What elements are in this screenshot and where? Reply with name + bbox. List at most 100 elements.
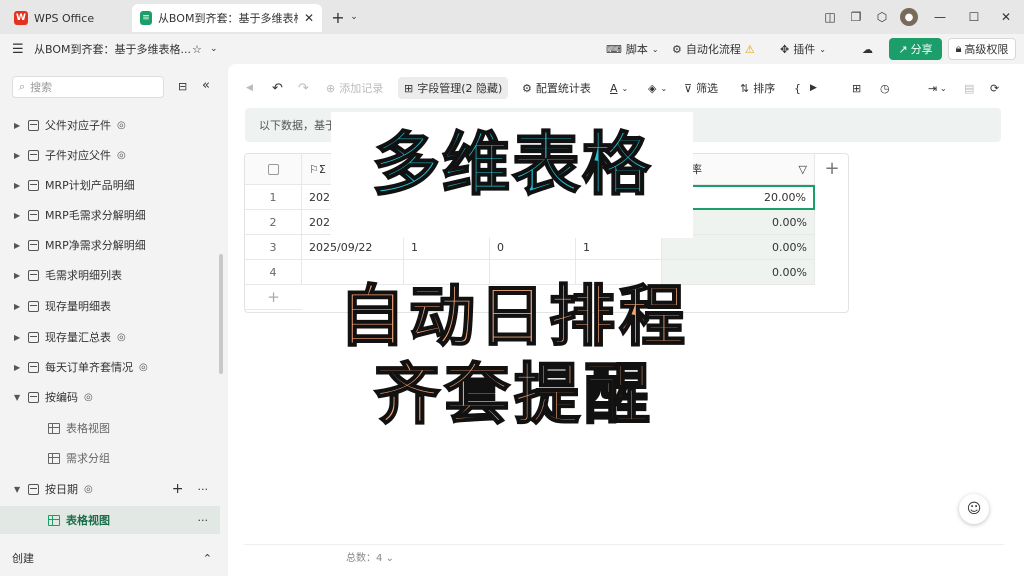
sidebar-view-item[interactable]: 表格视图 <box>0 414 220 442</box>
collapse-arrow-icon[interactable]: ▼ <box>14 393 22 402</box>
fill-color-button[interactable]: ◈ ⌄ <box>648 79 667 97</box>
font-color-button[interactable]: A ⌄ <box>610 79 628 97</box>
bracket-icon[interactable]: { <box>794 79 801 97</box>
undo-icon[interactable]: ↶ <box>272 79 283 97</box>
sidebar: ⌕ 搜索 ⊟ « ▶ 父件对应子件 ◎ ▶ 子件对应父件 ◎ ▶ MRP计划产品明细 ▶ M… <box>0 64 228 576</box>
tab-wps-office[interactable]: W WPS Office <box>6 4 128 32</box>
select-all-checkbox[interactable] <box>245 154 302 185</box>
share-button[interactable]: ↗ 分享 <box>889 38 942 60</box>
sidebar-view-item-active[interactable]: 表格视图 ··· <box>0 506 220 534</box>
sidebar-item-sheet[interactable]: ▶ 现存量明细表 <box>0 292 220 320</box>
refresh-icon[interactable]: ⟳ <box>990 79 999 97</box>
layout-icon[interactable]: ⊞ <box>852 79 861 97</box>
expand-arrow-icon[interactable]: ▶ <box>14 271 22 280</box>
chevron-down-icon[interactable]: ⌄ <box>210 34 218 64</box>
collapse-arrow-icon[interactable]: ▼ <box>14 485 22 494</box>
sidebar-item-sheet[interactable]: ▼ 按日期 ◎ + ··· <box>0 475 220 503</box>
close-icon[interactable]: ✕ <box>998 9 1014 25</box>
tab-document[interactable]: ≡ 从BOM到齐套：基于多维表格构建 ✕ <box>132 4 322 32</box>
sidebar-item-sheet[interactable]: ▶ MRP毛需求分解明细 <box>0 201 220 229</box>
more-icon[interactable]: ··· <box>198 483 209 496</box>
script-menu[interactable]: ⌨ 脚本 ⌄ <box>606 34 659 64</box>
back-icon[interactable]: ◀ <box>246 79 253 97</box>
overlay-title: 多维表格 <box>371 125 652 206</box>
minimize-icon[interactable]: — <box>932 9 948 25</box>
sidebar-item-sheet[interactable]: ▼ 按编码 ◎ <box>0 383 220 411</box>
sidebar-view-item[interactable]: 需求分组 <box>0 444 220 472</box>
sidebar-item-sheet[interactable]: ▶ MRP计划产品明细 <box>0 171 220 199</box>
table-cell-rate[interactable]: 0.00% <box>662 235 815 260</box>
search-input[interactable]: ⌕ 搜索 <box>12 76 164 98</box>
ai-assistant-icon[interactable]: ☺ <box>959 494 989 524</box>
add-record-button[interactable]: ⊕ 添加记录 <box>326 79 383 97</box>
cube-icon[interactable]: ⬡ <box>874 9 890 25</box>
maximize-icon[interactable]: ☐ <box>966 9 982 25</box>
add-view-icon[interactable]: + <box>172 481 184 497</box>
window-mode-icon[interactable]: ❐ <box>848 9 864 25</box>
create-section[interactable]: 创建 ⌃ <box>12 549 212 567</box>
automation-menu[interactable]: ⚙ 自动化流程 ⚠ <box>672 34 755 64</box>
sidebar-item-label: 父件对应子件 <box>45 119 111 132</box>
row-number: 3 <box>245 235 302 260</box>
expand-arrow-icon[interactable]: ▶ <box>14 211 22 220</box>
paint-bucket-icon: ◈ <box>648 81 657 95</box>
history-icon[interactable]: ◷ <box>880 79 890 97</box>
row-number: 2 <box>245 210 302 235</box>
cloud-sync-icon[interactable]: ☁ <box>862 34 873 64</box>
synced-icon: ◎ <box>117 331 126 343</box>
stats-config-button[interactable]: ⚙ 配置统计表 <box>522 79 591 97</box>
sidebar-item-sheet[interactable]: ▶ 现存量汇总表 ◎ <box>0 323 220 351</box>
skin-icon[interactable]: ◫ <box>822 9 838 25</box>
table-cell[interactable]: 0 <box>490 235 576 260</box>
star-icon[interactable]: ☆ <box>192 34 202 64</box>
expand-arrow-icon[interactable]: ▶ <box>14 121 22 130</box>
collapse-panel-icon[interactable]: ⊟ <box>178 80 187 93</box>
export-icon[interactable]: ⇥ <box>928 79 937 97</box>
sidebar-item-sheet[interactable]: ▶ 子件对应父件 ◎ <box>0 141 220 169</box>
title-bar: W WPS Office ≡ 从BOM到齐套：基于多维表格构建 ✕ + ⌄ ◫ … <box>0 0 1024 34</box>
expand-arrow-icon[interactable]: ▶ <box>14 151 22 160</box>
filter-button[interactable]: ⊽ 筛选 <box>684 79 718 97</box>
record-count-label: 总数：4 <box>346 553 383 564</box>
more-icon[interactable]: ··· <box>198 514 209 527</box>
redo-icon[interactable]: ↷ <box>298 79 309 97</box>
expand-arrow-icon[interactable]: ▶ <box>14 241 22 250</box>
close-tab-icon[interactable]: ✕ <box>304 11 314 25</box>
record-count[interactable]: 总数：4 ⌄ <box>346 549 394 564</box>
doc-title[interactable]: 从BOM到齐套：基于多维表格... <box>34 34 191 64</box>
view-label: 表格视图 <box>66 422 110 435</box>
chevron-down-icon: ⌄ <box>651 44 659 54</box>
sidebar-item-label: MRP计划产品明细 <box>45 179 135 192</box>
expand-arrow-icon[interactable]: ▶ <box>14 363 22 372</box>
avatar[interactable]: ● <box>900 8 918 26</box>
font-color-icon: A <box>610 81 618 95</box>
add-record-label: 添加记录 <box>339 82 384 95</box>
sort-button[interactable]: ⇅ 排序 <box>740 79 775 97</box>
add-column-button[interactable]: + <box>815 153 849 184</box>
chevron-down-icon[interactable]: ⌄ <box>940 79 947 97</box>
sidebar-item-sheet[interactable]: ▶ 毛需求明细列表 <box>0 261 220 289</box>
plus-circle-icon: ⊕ <box>326 81 336 95</box>
new-tab-icon[interactable]: + <box>330 8 346 27</box>
double-chevron-left-icon[interactable]: « <box>202 78 210 93</box>
advanced-permission-button[interactable]: 🔒︎ 高级权限 <box>948 38 1016 60</box>
grid-view-icon <box>48 422 60 434</box>
sidebar-scrollbar[interactable] <box>219 254 223 374</box>
table-cell[interactable]: 1 <box>576 235 662 260</box>
table-cell[interactable]: 1 <box>404 235 490 260</box>
clipboard-icon[interactable]: ▤ <box>964 79 974 97</box>
expand-arrow-icon[interactable]: ▶ <box>14 302 22 311</box>
chevron-up-icon[interactable]: ⌃ <box>203 552 212 565</box>
table-cell-date[interactable]: 2025/09/22 <box>302 235 404 260</box>
menu-icon[interactable]: ☰ <box>12 34 24 64</box>
expand-arrow-icon[interactable]: ▶ <box>14 333 22 342</box>
plugin-menu[interactable]: ✥ 插件 ⌄ <box>780 34 826 64</box>
sidebar-item-sheet[interactable]: ▶ 每天订单齐套情况 ◎ <box>0 353 220 381</box>
sidebar-item-sheet[interactable]: ▶ MRP净需求分解明细 <box>0 231 220 259</box>
field-management-button[interactable]: ⊞ 字段管理(2 隐藏) <box>398 77 509 99</box>
more-tools-icon[interactable]: ▶ <box>810 79 817 97</box>
tab-label: WPS Office <box>34 11 95 25</box>
sidebar-item-sheet[interactable]: ▶ 父件对应子件 ◎ <box>0 111 220 139</box>
expand-arrow-icon[interactable]: ▶ <box>14 181 22 190</box>
chevron-down-icon[interactable]: ⌄ <box>346 9 362 25</box>
